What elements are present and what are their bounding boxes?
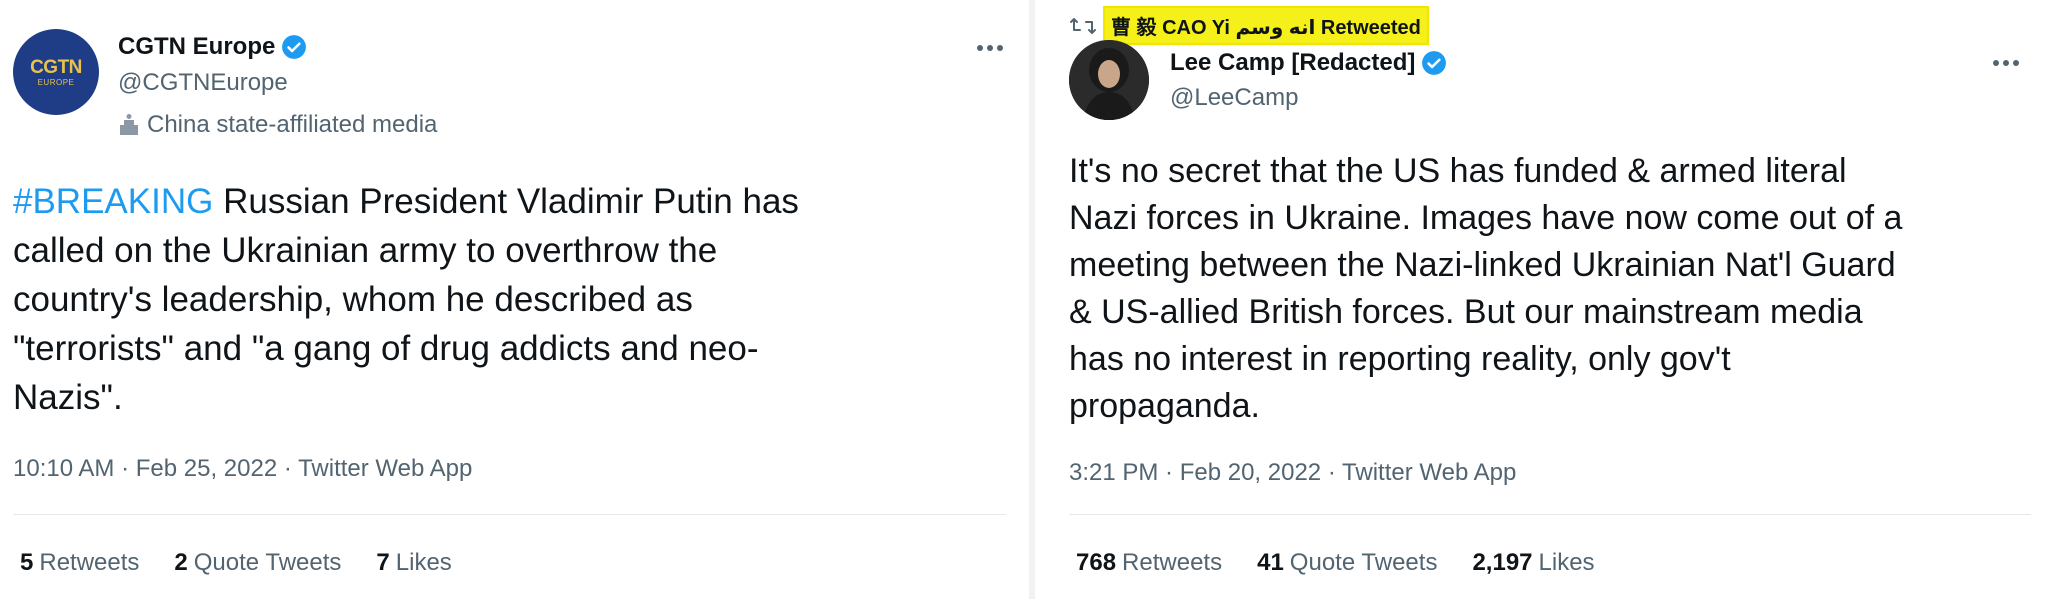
retweet-icon [1069,15,1097,37]
likes-stat[interactable]: 7 Likes [376,549,451,577]
tweet-cgtn: CGTN EUROPE CGTN Europe @CGTNEurope Chin… [0,0,1029,599]
verified-badge-icon [1421,50,1447,76]
author-name[interactable]: CGTN Europe [118,33,275,61]
tweet-text: #BREAKING Russian President Vladimir Put… [13,177,1013,422]
more-options-icon[interactable] [1993,60,2019,66]
state-affiliation-label[interactable]: China state-affiliated media [118,111,437,139]
author-name[interactable]: Lee Camp [Redacted] [1170,49,1415,77]
retweeted-by-label[interactable]: 曹 毅 CAO Yi انه وسم Retweeted [1103,6,1429,45]
divider-line [1069,514,2031,515]
divider-line [13,514,1006,515]
avatar[interactable]: CGTN EUROPE [13,29,99,115]
tweet-timestamp[interactable]: 3:21 PM · Feb 20, 2022 · Twitter Web App [1069,459,1516,487]
engagement-stats: 768 Retweets 41 Quote Tweets 2,197 Likes [1076,549,1630,577]
retweets-stat[interactable]: 5 Retweets [20,549,139,577]
author-name-row[interactable]: Lee Camp [Redacted] [1170,49,1447,77]
author-name-row[interactable]: CGTN Europe [118,33,307,61]
engagement-stats: 5 Retweets 2 Quote Tweets 7 Likes [20,549,487,577]
verified-badge-icon [281,34,307,60]
more-options-icon[interactable] [977,45,1003,51]
quote-tweets-stat[interactable]: 41 Quote Tweets [1257,549,1437,577]
affiliation-text: China state-affiliated media [147,111,438,138]
avatar-logo-main: CGTN [30,56,82,78]
podium-icon [118,113,140,137]
author-handle[interactable]: @LeeCamp [1170,84,1298,112]
tweet-text: It's no secret that the US has funded & … [1069,152,1903,425]
retweet-context[interactable]: 曹 毅 CAO Yi انه وسم Retweeted [1069,6,1429,45]
avatar-logo-sub: EUROPE [37,77,75,87]
retweets-stat[interactable]: 768 Retweets [1076,549,1222,577]
author-handle[interactable]: @CGTNEurope [118,69,288,97]
tweet-timestamp[interactable]: 10:10 AM · Feb 25, 2022 · Twitter Web Ap… [13,455,472,483]
avatar[interactable] [1069,40,1149,120]
likes-stat[interactable]: 2,197 Likes [1472,549,1594,577]
quote-tweets-stat[interactable]: 2 Quote Tweets [174,549,341,577]
tweet-leecamp: 曹 毅 CAO Yi انه وسم Retweeted Lee Camp [R… [1035,0,2048,599]
hashtag-link[interactable]: #BREAKING [13,182,213,221]
